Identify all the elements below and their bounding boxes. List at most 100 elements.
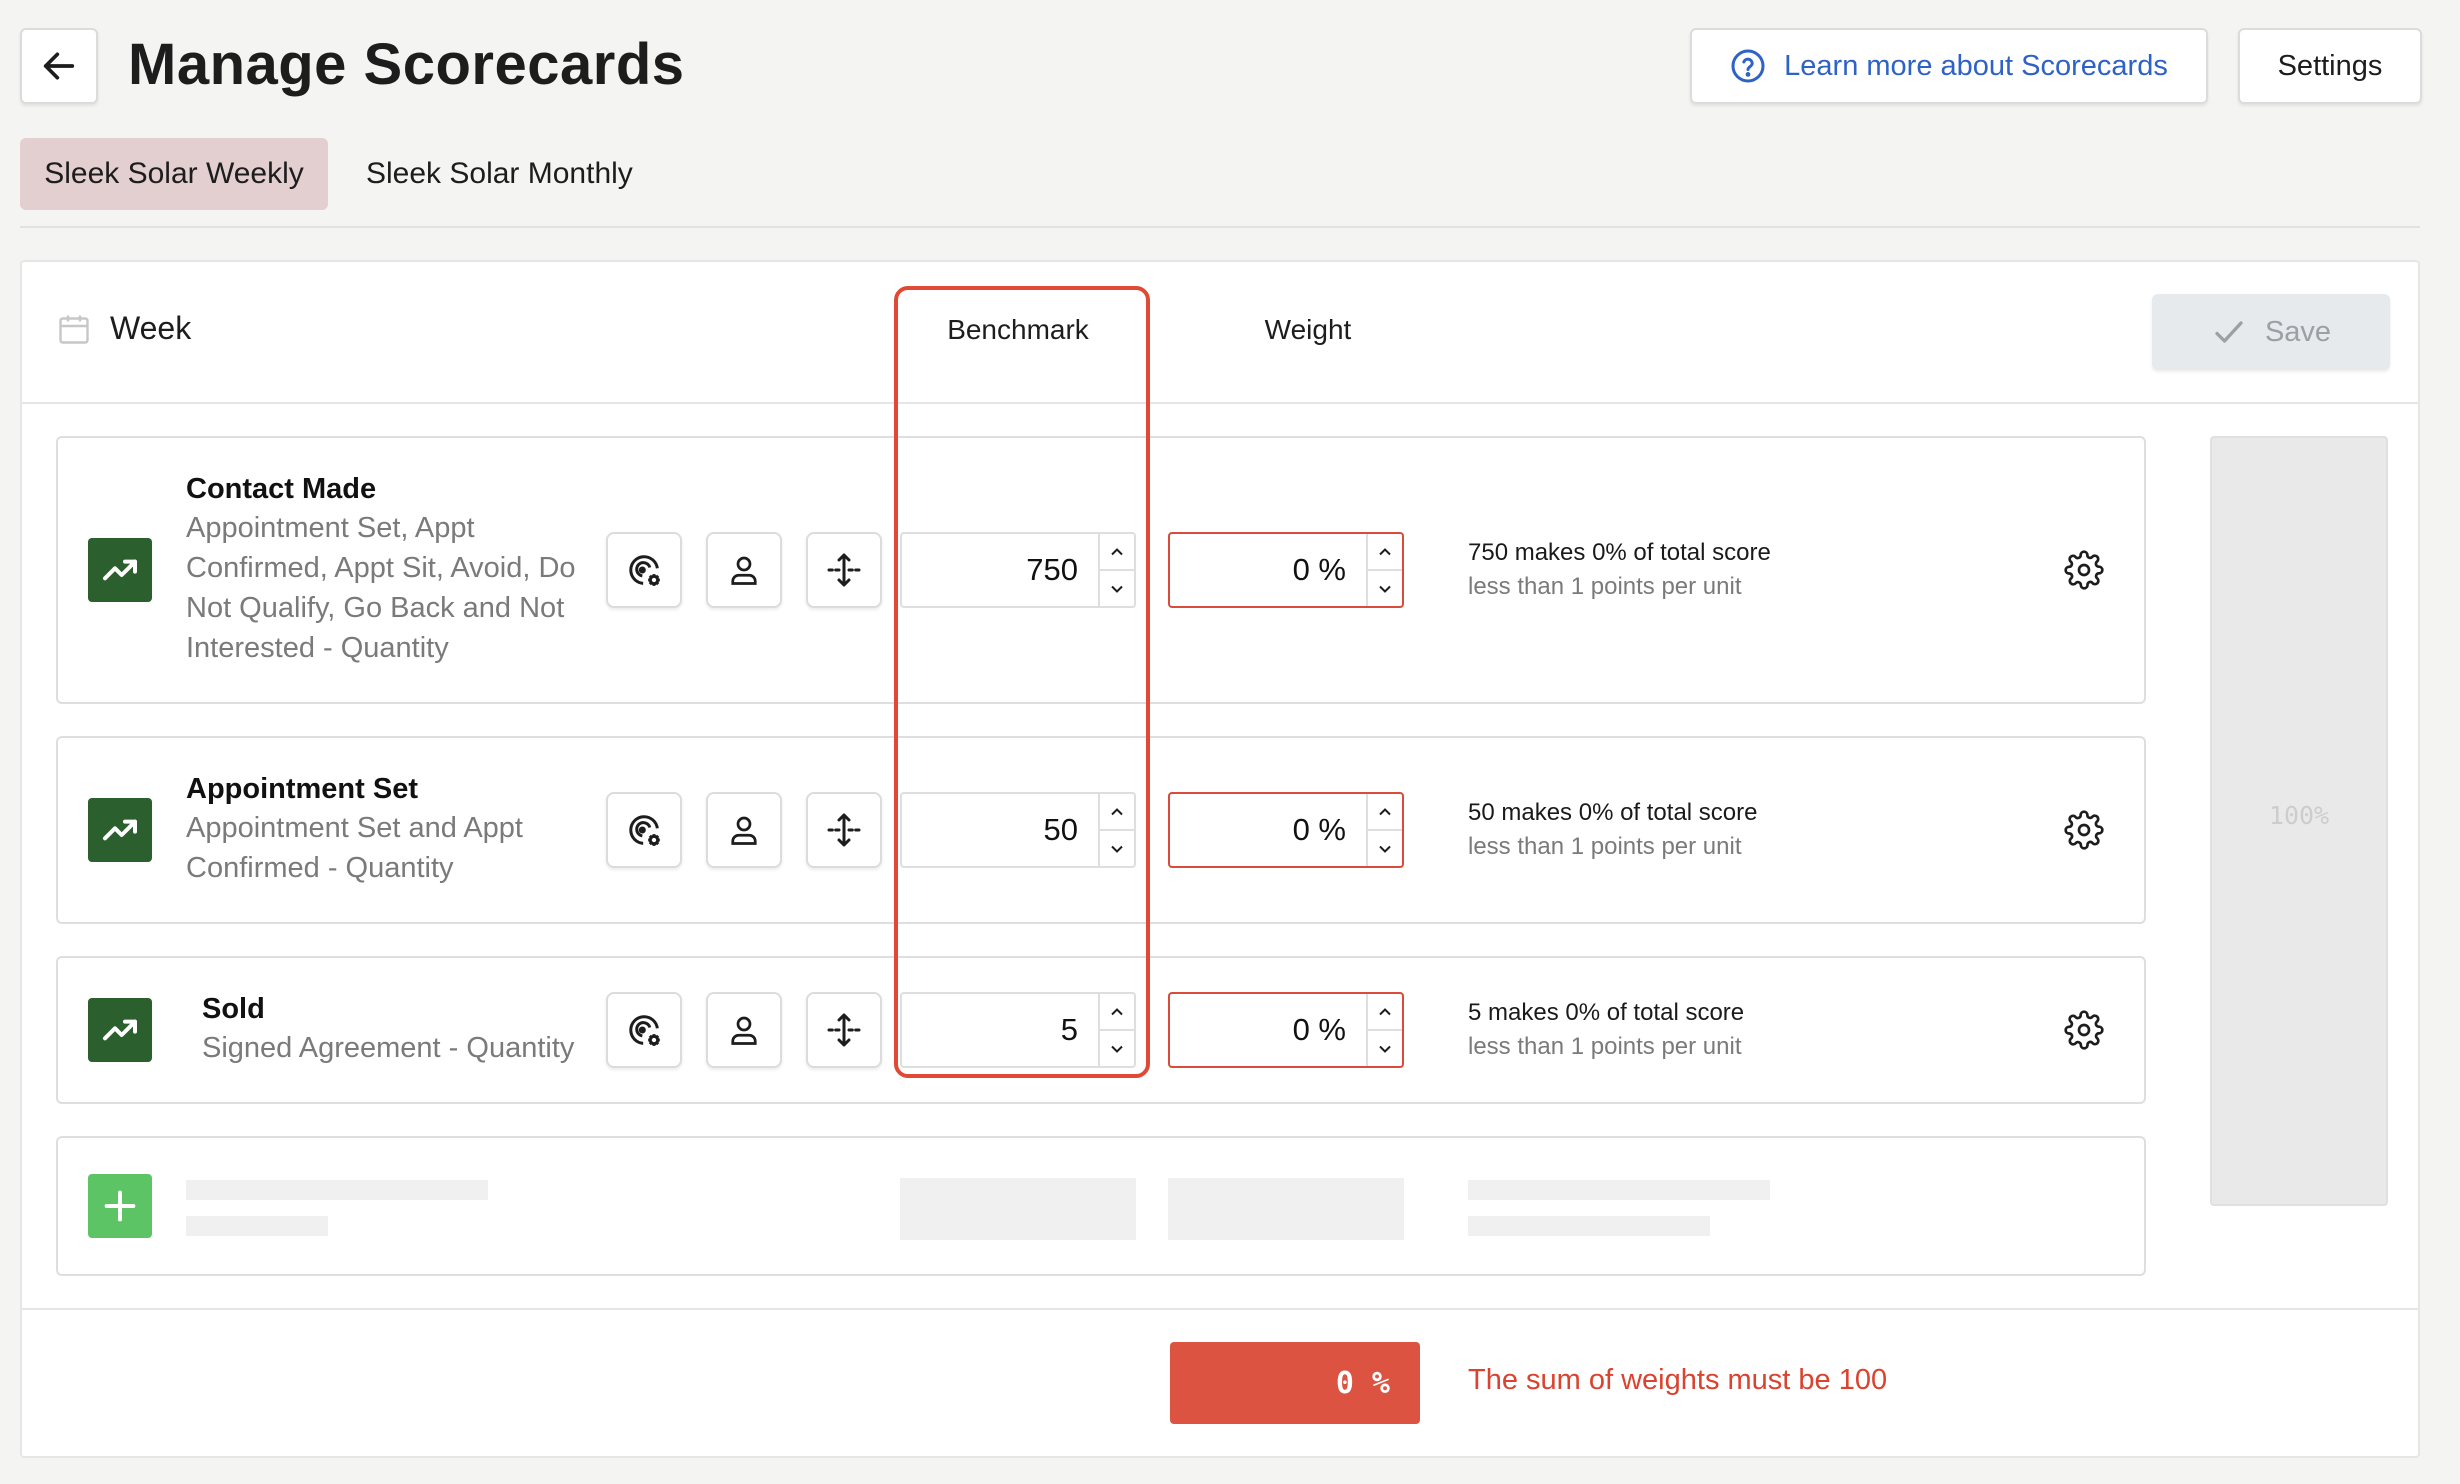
save-label: Save [2264, 315, 2332, 348]
score-share-text: 5 makes 0% of total score [1468, 999, 1745, 1026]
panel-header-divider [22, 402, 2418, 404]
decrement-button[interactable] [1368, 1029, 1402, 1066]
metric-type-badge [88, 798, 152, 862]
metric-description: Signed Agreement - Quantity [202, 1032, 575, 1064]
drag-handle-button[interactable] [806, 992, 882, 1068]
weight-input[interactable]: 0 % [1168, 992, 1404, 1068]
back-button[interactable] [20, 28, 98, 104]
page-title: Manage Scorecards [128, 32, 685, 97]
weight-value: 0 % [1292, 552, 1346, 587]
metric-info: Contact Made Appointment Set, Appt Confi… [186, 470, 596, 668]
decrement-button[interactable] [1368, 569, 1402, 606]
trending-up-icon [103, 819, 137, 841]
benchmark-highlight-box [894, 286, 1150, 1078]
weight-stepper[interactable] [1366, 794, 1402, 866]
chevron-up-icon [1379, 547, 1391, 555]
settings-label: Settings [2277, 49, 2383, 82]
calendar-icon [59, 315, 89, 344]
back-arrow-icon [43, 52, 75, 80]
period-selector[interactable]: Week [56, 310, 191, 347]
chevron-down-icon [1379, 585, 1391, 593]
help-circle-icon [1731, 49, 1765, 83]
points-per-unit-text: less than 1 points per unit [1468, 573, 1742, 600]
panel-footer-divider [22, 1308, 2418, 1310]
learn-more-button[interactable]: Learn more about Scorecards [1690, 28, 2208, 104]
skeleton-block [1168, 1178, 1404, 1240]
person-icon [731, 556, 757, 585]
increment-button[interactable] [1368, 794, 1402, 829]
skeleton-line [1468, 1216, 1710, 1236]
metric-name: Contact Made [186, 473, 377, 505]
metric-name: Appointment Set [186, 773, 418, 805]
metric-description: Appointment Set, Appt Confirmed, Appt Si… [186, 512, 576, 664]
trending-up-icon [103, 1019, 137, 1041]
chevron-up-icon [1379, 1007, 1391, 1015]
target-settings-button[interactable] [606, 992, 682, 1068]
trending-up-icon [103, 559, 137, 581]
save-button[interactable]: Save [2152, 294, 2390, 370]
metric-settings-button[interactable] [2064, 550, 2104, 590]
weight-input[interactable]: 0 % [1168, 532, 1404, 608]
weight-stepper[interactable] [1366, 534, 1402, 606]
points-per-unit-text: less than 1 points per unit [1468, 833, 1742, 860]
person-icon [731, 816, 757, 845]
weight-column-header: Weight [1264, 314, 1352, 345]
score-share-text: 750 makes 0% of total score [1468, 539, 1771, 566]
gear-icon [2064, 1010, 2104, 1050]
decrement-button[interactable] [1368, 829, 1402, 866]
metric-info: Appointment Set Appointment Set and Appt… [186, 770, 596, 888]
metric-settings-button[interactable] [2064, 1010, 2104, 1050]
chevron-down-icon [1379, 845, 1391, 853]
drag-handle-button[interactable] [806, 792, 882, 868]
weight-total-value: 0 % [1335, 1365, 1390, 1401]
target-settings-button[interactable] [606, 532, 682, 608]
plus-icon [104, 1190, 136, 1222]
skeleton-block [900, 1178, 1136, 1240]
metric-summary: 50 makes 0% of total score less than 1 p… [1468, 796, 1757, 864]
tabs-divider [20, 226, 2420, 228]
assign-user-button[interactable] [706, 532, 782, 608]
weight-distribution-label: 100% [2268, 800, 2330, 830]
tab-sleek-solar-monthly[interactable]: Sleek Solar Monthly [366, 138, 633, 210]
settings-button[interactable]: Settings [2238, 28, 2422, 104]
target-settings-button[interactable] [606, 792, 682, 868]
weight-stepper[interactable] [1366, 994, 1402, 1066]
metric-summary: 750 makes 0% of total score less than 1 … [1468, 536, 1771, 604]
skeleton-line [186, 1180, 488, 1200]
gear-icon [2064, 810, 2104, 850]
assign-user-button[interactable] [706, 992, 782, 1068]
metric-summary: 5 makes 0% of total score less than 1 po… [1468, 996, 1744, 1064]
metric-type-badge [88, 538, 152, 602]
period-label: Week [110, 310, 192, 346]
check-icon [2215, 321, 2243, 343]
increment-button[interactable] [1368, 994, 1402, 1029]
weight-value: 0 % [1292, 812, 1346, 847]
learn-more-label: Learn more about Scorecards [1784, 49, 2168, 82]
tab-label: Sleek Solar Weekly [44, 157, 304, 190]
weight-value: 0 % [1292, 1012, 1346, 1047]
move-arrows-icon [827, 813, 861, 847]
weight-total-badge: 0 % [1170, 1342, 1420, 1424]
tab-label: Sleek Solar Monthly [366, 157, 633, 190]
assign-user-button[interactable] [706, 792, 782, 868]
points-per-unit-text: less than 1 points per unit [1468, 1033, 1742, 1060]
score-share-text: 50 makes 0% of total score [1468, 799, 1758, 826]
metric-info: Sold Signed Agreement - Quantity [202, 990, 602, 1068]
metric-type-badge [88, 998, 152, 1062]
weight-input[interactable]: 0 % [1168, 792, 1404, 868]
metric-name: Sold [202, 993, 265, 1025]
target-gear-icon [629, 1015, 660, 1046]
chevron-down-icon [1379, 1045, 1391, 1053]
tab-sleek-solar-weekly[interactable]: Sleek Solar Weekly [20, 138, 328, 210]
skeleton-line [1468, 1180, 1770, 1200]
drag-handle-button[interactable] [806, 532, 882, 608]
person-icon [731, 1016, 757, 1045]
add-metric-button[interactable] [88, 1174, 152, 1238]
metric-settings-button[interactable] [2064, 810, 2104, 850]
target-gear-icon [629, 555, 660, 586]
target-gear-icon [629, 815, 660, 846]
weight-distribution-bar: 100% [2210, 436, 2388, 1206]
increment-button[interactable] [1368, 534, 1402, 569]
move-arrows-icon [827, 1013, 861, 1047]
move-arrows-icon [827, 553, 861, 587]
